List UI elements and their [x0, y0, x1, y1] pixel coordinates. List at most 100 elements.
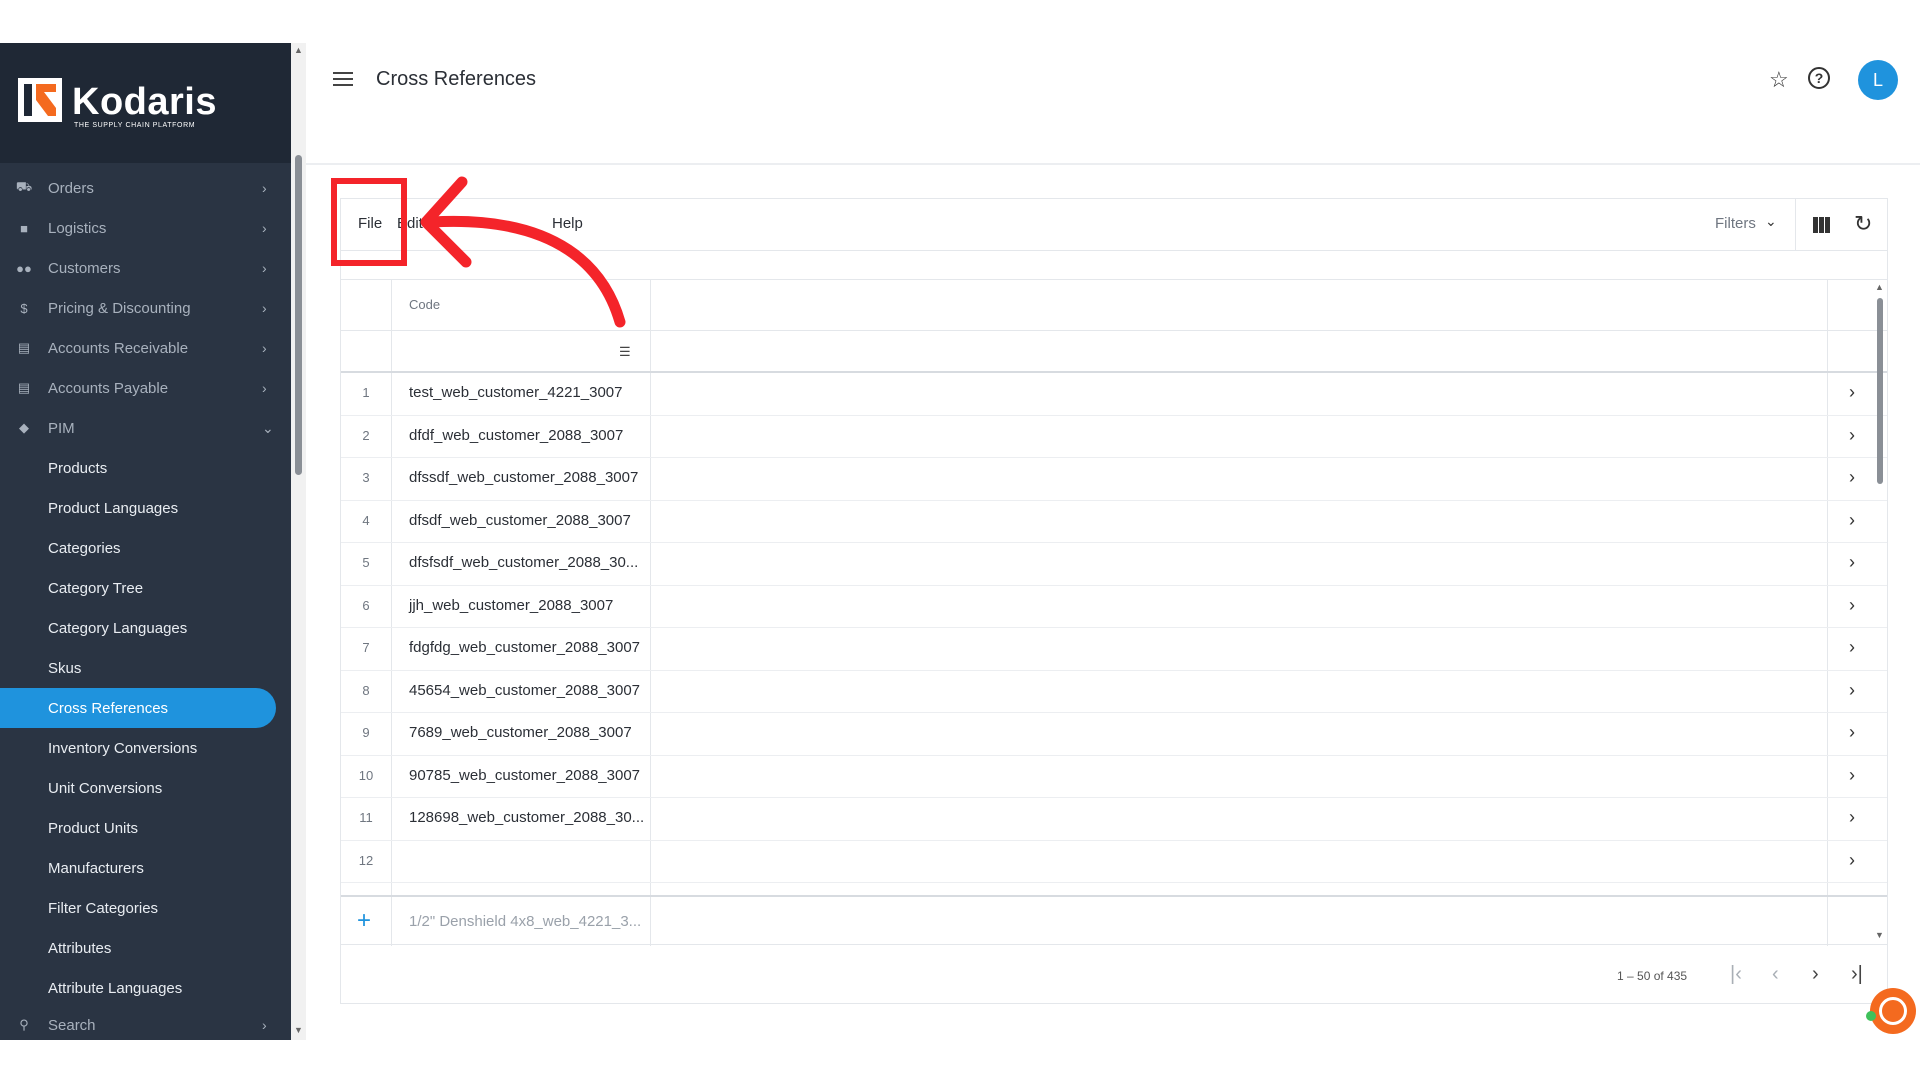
first-page-icon[interactable]: |‹ — [1730, 963, 1742, 986]
code-cell[interactable]: jjh_web_customer_2088_3007 — [409, 597, 613, 614]
refresh-icon[interactable]: ↻ — [1854, 211, 1872, 237]
table-row[interactable]: 5 dfsfsdf_web_customer_2088_30... › — [341, 543, 1887, 586]
sidebar-item-search[interactable]: ⚲ Search › — [0, 1005, 291, 1040]
chevron-right-icon[interactable]: › — [1849, 722, 1855, 743]
sidebar-item-accounts-receivable[interactable]: ▤ Accounts Receivable › — [0, 328, 291, 368]
sidebar-scrollbar[interactable]: ▲ ▼ — [291, 43, 306, 1040]
sidebar-item-product-languages[interactable]: Product Languages — [0, 488, 291, 528]
row-number: 9 — [362, 725, 370, 740]
code-cell[interactable]: test_web_customer_4221_3007 — [409, 384, 623, 401]
avatar[interactable]: L — [1858, 60, 1898, 100]
chevron-down-icon: ⌄ — [262, 419, 274, 436]
grid-filter-row: ☰ — [341, 331, 1887, 373]
chevron-right-icon[interactable]: › — [1849, 467, 1855, 488]
chevron-right-icon[interactable]: › — [1849, 382, 1855, 403]
new-code-input[interactable]: 1/2" Denshield 4x8_web_4221_3... — [409, 913, 641, 930]
sidebar-item-attribute-languages[interactable]: Attribute Languages — [0, 968, 291, 1008]
sidebar-item-label: Attribute Languages — [48, 979, 183, 997]
bank-icon: ▤ — [17, 380, 31, 395]
sidebar-item-skus[interactable]: Skus — [0, 648, 291, 688]
chevron-right-icon[interactable]: › — [1849, 680, 1855, 701]
row-number: 4 — [362, 512, 370, 528]
chevron-right-icon: › — [262, 300, 267, 316]
page-title: Cross References — [376, 68, 537, 90]
chevron-right-icon[interactable]: › — [1849, 510, 1855, 531]
chevron-right-icon[interactable]: › — [1849, 425, 1855, 446]
sidebar-item-label: Product Units — [48, 819, 139, 837]
table-row[interactable]: 4 dfsdf_web_customer_2088_3007 › — [341, 501, 1887, 543]
sidebar-item-label: Accounts Receivable — [48, 339, 189, 357]
code-cell[interactable]: fdgfdg_web_customer_2088_3007 — [409, 639, 640, 656]
chevron-right-icon[interactable]: › — [1849, 765, 1855, 786]
hamburger-menu-icon[interactable] — [333, 72, 353, 88]
sidebar-item-product-units[interactable]: Product Units — [0, 808, 291, 848]
chat-widget-icon[interactable] — [1870, 988, 1916, 1034]
sidebar-item-products[interactable]: Products — [0, 448, 291, 488]
table-row[interactable]: 7 fdgfdg_web_customer_2088_3007 › — [341, 628, 1887, 671]
sidebar-item-orders[interactable]: ⛟ Orders › — [0, 168, 291, 208]
chevron-right-icon[interactable]: › — [1849, 807, 1855, 828]
sidebar-item-filter-categories[interactable]: Filter Categories — [0, 888, 291, 928]
previous-page-icon[interactable]: ‹ — [1772, 963, 1779, 986]
sidebar-item-label: Attributes — [48, 939, 112, 957]
sidebar-item-inventory-conversions[interactable]: Inventory Conversions — [0, 728, 291, 768]
sidebar-item-category-tree[interactable]: Category Tree — [0, 568, 291, 608]
sidebar-item-accounts-payable[interactable]: ▤ Accounts Payable › — [0, 368, 291, 408]
chevron-right-icon: › — [262, 1017, 267, 1033]
sidebar-item-attributes[interactable]: Attributes — [0, 928, 291, 968]
scrollbar-thumb[interactable] — [295, 155, 302, 475]
sidebar-item-unit-conversions[interactable]: Unit Conversions — [0, 768, 291, 808]
table-row[interactable]: 8 45654_web_customer_2088_3007 › — [341, 671, 1887, 713]
code-cell[interactable]: dfsdf_web_customer_2088_3007 — [409, 512, 631, 529]
chevron-right-icon[interactable]: › — [1849, 552, 1855, 573]
page-header: Cross References ☆ ? L — [306, 43, 1920, 165]
code-cell[interactable]: 45654_web_customer_2088_3007 — [409, 682, 640, 699]
scroll-down-icon[interactable]: ▼ — [294, 1025, 303, 1035]
table-row[interactable]: 6 jjh_web_customer_2088_3007 › — [341, 586, 1887, 628]
table-row[interactable]: 12 › — [341, 841, 1887, 883]
code-cell[interactable]: dfsfsdf_web_customer_2088_30... — [409, 554, 638, 571]
last-page-icon[interactable]: ›| — [1851, 963, 1863, 986]
shipping-icon: ■ — [20, 220, 28, 236]
code-cell[interactable]: 90785_web_customer_2088_3007 — [409, 767, 640, 784]
code-cell[interactable]: dfdf_web_customer_2088_3007 — [409, 427, 623, 444]
code-cell[interactable]: dfssdf_web_customer_2088_3007 — [409, 469, 638, 486]
logo[interactable]: Kodaris THE SUPPLY CHAIN PLATFORM — [0, 43, 291, 163]
table-row[interactable]: 10 90785_web_customer_2088_3007 › — [341, 756, 1887, 798]
data-grid: Code ☰ 1 test_web_customer_4221_3007 › 2 df… — [341, 279, 1887, 946]
row-number: 1 — [362, 385, 370, 400]
filter-icon[interactable]: ☰ — [619, 344, 631, 360]
sidebar-item-label: Accounts Payable — [48, 379, 169, 397]
scrollbar-thumb[interactable] — [1877, 298, 1883, 484]
table-row[interactable]: 1 test_web_customer_4221_3007 › — [341, 373, 1887, 416]
sidebar-item-cross-references[interactable]: Cross References — [0, 688, 276, 728]
chevron-right-icon[interactable]: › — [1849, 595, 1855, 616]
filters-dropdown[interactable]: Filters — [1715, 215, 1756, 232]
table-row[interactable]: 3 dfssdf_web_customer_2088_3007 › — [341, 458, 1887, 501]
help-icon[interactable]: ? — [1808, 67, 1830, 89]
code-cell[interactable]: 128698_web_customer_2088_30... — [409, 809, 644, 826]
sidebar-item-customers[interactable]: ●● Customers › — [0, 248, 291, 288]
add-icon[interactable]: + — [357, 907, 371, 935]
scroll-up-icon[interactable]: ▲ — [1875, 282, 1884, 292]
sidebar-item-category-languages[interactable]: Category Languages — [0, 608, 291, 648]
sidebar-item-pim[interactable]: ◆ PIM ⌄ — [0, 408, 291, 448]
table-row[interactable]: 11 128698_web_customer_2088_30... › — [341, 798, 1887, 841]
scroll-down-icon[interactable]: ▼ — [1875, 930, 1884, 940]
sidebar-item-categories[interactable]: Categories — [0, 528, 291, 568]
sidebar-item-manufacturers[interactable]: Manufacturers — [0, 848, 291, 888]
sidebar-item-logistics[interactable]: ■ Logistics › — [0, 208, 291, 248]
star-icon[interactable]: ☆ — [1769, 67, 1789, 93]
chevron-right-icon[interactable]: › — [1849, 850, 1855, 871]
table-row[interactable]: 2 dfdf_web_customer_2088_3007 › — [341, 416, 1887, 458]
code-cell[interactable]: 7689_web_customer_2088_3007 — [409, 724, 632, 741]
chevron-right-icon[interactable]: › — [1849, 637, 1855, 658]
columns-icon[interactable] — [1813, 217, 1833, 233]
next-page-icon[interactable]: › — [1812, 963, 1819, 986]
table-row[interactable]: 9 7689_web_customer_2088_3007 › — [341, 713, 1887, 756]
row-number: 6 — [362, 597, 370, 613]
sidebar-item-pricing[interactable]: $ Pricing & Discounting › — [0, 288, 291, 328]
grid-scrollbar[interactable]: ▲ ▼ — [1872, 280, 1887, 946]
scroll-up-icon[interactable]: ▲ — [294, 45, 303, 55]
chevron-down-icon[interactable]: ⌄ — [1765, 213, 1777, 230]
